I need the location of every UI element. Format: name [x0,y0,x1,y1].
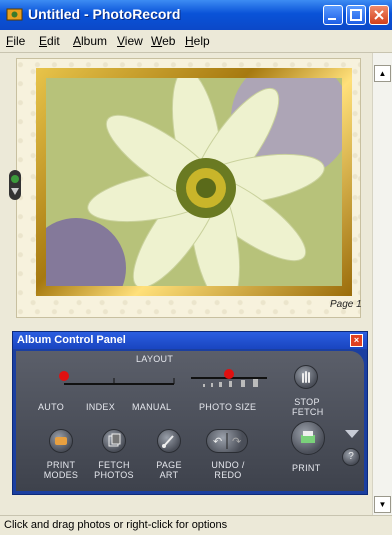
status-bar: Click and drag photos or right-click for… [0,515,392,535]
app-icon[interactable] [6,6,23,23]
maximize-button[interactable] [346,5,366,25]
print-button[interactable] [291,421,325,455]
layout-manual-label[interactable]: MANUAL [132,402,171,412]
hand-stop-icon [302,371,310,383]
layout-auto-label[interactable]: AUTO [38,402,64,412]
page-nav-handle[interactable] [9,170,21,200]
layout-slider-knob[interactable] [59,371,69,381]
print-modes-label: PRINT MODES [43,460,79,480]
photo-size-label: PHOTO SIZE [199,402,257,412]
page-art-button[interactable] [157,429,181,453]
photo-size-slider-knob[interactable] [224,369,234,379]
album-photo[interactable] [46,78,342,286]
scroll-down-button[interactable]: ▼ [374,496,391,513]
maximize-icon [350,9,362,21]
layout-label: LAYOUT [136,354,174,364]
page-number-label: Page 1 [330,299,362,310]
layout-index-label[interactable]: INDEX [86,402,115,412]
panel-body: LAYOUT AUTO INDEX MANUAL PHOTO SIZE STOP… [16,351,364,491]
undo-redo-button[interactable]: ↶ ↷ [206,429,248,453]
menu-file[interactable]: File [6,34,25,48]
page-nav-icon [11,175,19,195]
title-bar: Untitled - PhotoRecord [0,0,392,30]
undo-redo-label: UNDO / REDO [211,460,245,480]
panel-close-button[interactable]: × [350,334,363,347]
stop-fetch-button[interactable] [294,365,318,389]
undo-redo-icon: ↶ ↷ [213,433,241,449]
scroll-up-button[interactable]: ▲ [374,65,391,82]
album-control-panel: Album Control Panel × LAYOUT AUTO INDEX … [12,331,368,495]
minimize-icon [328,18,336,20]
fetch-photos-button[interactable] [102,429,126,453]
menu-bar: File Edit Album View Web Help [0,30,392,53]
panel-title-bar[interactable]: Album Control Panel × [13,332,367,349]
layout-slider[interactable] [54,364,184,394]
menu-view[interactable]: View [117,34,143,48]
fetch-photos-label: FETCH PHOTOS [94,460,134,480]
menu-help[interactable]: Help [185,34,210,48]
close-button[interactable] [369,5,389,25]
menu-web[interactable]: Web [151,34,175,48]
print-modes-button[interactable] [49,429,73,453]
svg-text:↷: ↷ [232,435,241,448]
window-title: Untitled - PhotoRecord [28,6,181,22]
svg-text:↶: ↶ [213,435,222,448]
brush-icon [162,435,174,448]
printer-icon [301,431,315,443]
page-art-label: PAGE ART [156,460,182,480]
print-modes-icon [55,437,67,445]
menu-edit[interactable]: Edit [39,34,60,48]
status-text: Click and drag photos or right-click for… [4,519,228,531]
vertical-scrollbar[interactable]: ▲ ▼ [372,53,392,515]
fetch-photos-icon [108,433,121,447]
flower-photo [46,78,342,286]
close-icon [374,10,384,20]
menu-album[interactable]: Album [73,34,107,48]
minimize-button[interactable] [323,5,343,25]
stop-fetch-label: STOP FETCH [292,397,324,417]
panel-title: Album Control Panel [17,334,126,346]
print-label: PRINT [292,463,321,473]
help-button[interactable]: ? [342,448,360,466]
chevron-down-icon[interactable] [345,430,359,438]
photo-size-slider[interactable] [191,364,271,394]
